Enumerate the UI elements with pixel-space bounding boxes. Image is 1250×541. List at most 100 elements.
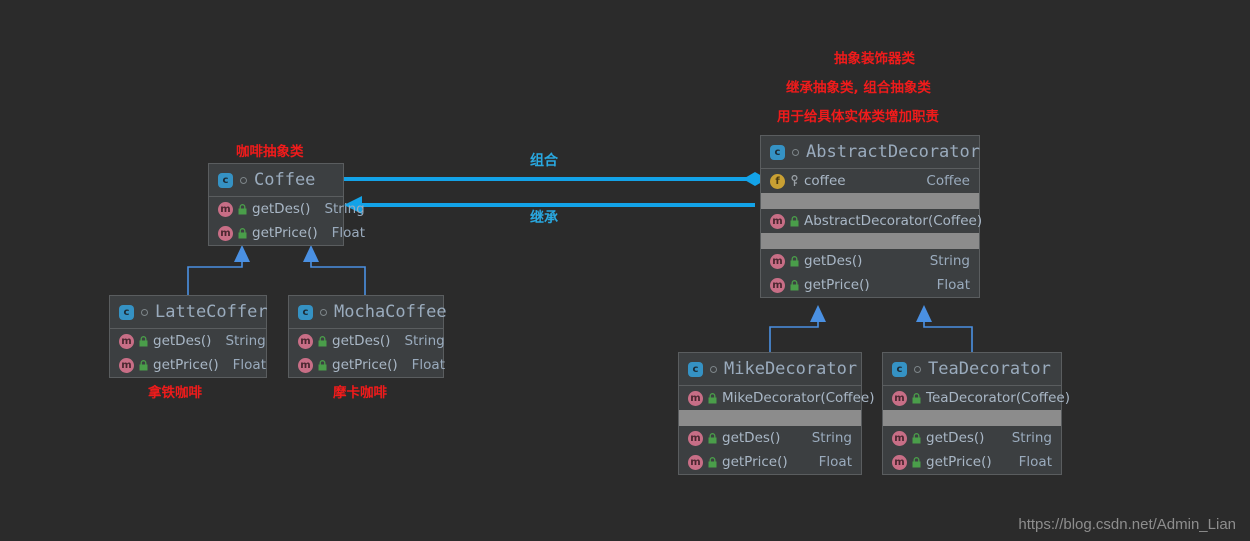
class-name-tea-decorator: TeaDecorator [928,359,1051,379]
member-type: String [324,201,365,217]
member-name: getDes() [153,333,212,349]
method-icon: m [298,333,313,349]
member-row[interactable]: m getPrice() Float [679,450,861,474]
field-name: coffee [804,173,846,189]
diagram-canvas: 抽象装饰器类 继承抽象类, 组合抽象类 用于给具体实体类增加职责 咖啡抽象类 拿… [0,0,1250,541]
class-box-tea-decorator[interactable]: c TeaDecorator m TeaDecorator(Coffee) m … [882,352,1070,475]
section-separator [883,410,1061,426]
section-separator [679,410,861,426]
class-icon: c [218,172,233,188]
constructor-row[interactable]: m TeaDecorator(Coffee) [883,386,1070,410]
class-name-latte-coffer: LatteCoffer [155,302,268,322]
class-constructors-mike-decorator: m MikeDecorator(Coffee) [679,386,874,410]
method-icon: m [298,357,313,373]
lock-icon [912,432,921,444]
class-name-abstract-decorator: AbstractDecorator [806,142,980,162]
member-row[interactable]: m getPrice() Float [110,353,266,377]
field-icon: f [770,173,785,189]
class-header-abstract-decorator: c AbstractDecorator [761,136,980,169]
note-mocha: 摩卡咖啡 [333,385,387,401]
lock-icon [708,456,717,468]
class-header-mike-decorator: c MikeDecorator [679,353,861,386]
connector-layer [187,172,973,352]
inheritance-edge-tea-to-abstractdecorator [916,305,973,352]
lock-icon [139,335,148,347]
class-box-mike-decorator[interactable]: c MikeDecorator m MikeDecorator(Coffee) … [678,352,874,475]
note-abstract-decorator-line1: 抽象装饰器类 [834,51,915,67]
abstract-dot-icon [710,365,717,373]
constructor-name: AbstractDecorator(Coffee) [804,213,983,229]
lock-icon [790,255,799,267]
lock-icon [790,279,799,291]
member-row[interactable]: m getDes() String [289,329,445,353]
member-name: getPrice() [926,454,992,470]
field-type: Coffee [926,173,970,189]
class-icon: c [892,361,907,377]
member-row[interactable]: m getPrice() Float [209,221,365,245]
member-name: getPrice() [153,357,219,373]
section-separator [761,193,979,209]
member-row[interactable]: m getDes() String [209,197,365,221]
class-name-mocha-coffee: MochaCoffee [334,302,447,322]
class-members-abstract-decorator: m getDes() String m getPrice() Float [761,249,979,297]
member-row[interactable]: m getDes() String [679,426,861,450]
method-icon: m [688,430,703,446]
member-type: String [225,333,266,349]
class-box-coffee[interactable]: c Coffee m getDes() String m getPrice() … [208,163,365,246]
edge-label-composition: 组合 [530,153,558,169]
member-name: getDes() [252,201,311,217]
lock-icon [912,456,921,468]
inheritance-edge-mike-to-abstractdecorator [769,305,826,352]
member-name: getPrice() [252,225,318,241]
member-row[interactable]: m getPrice() Float [883,450,1061,474]
note-abstract-decorator-line2: 继承抽象类, 组合抽象类 [786,80,931,96]
class-members-mike-decorator: m getDes() String m getPrice() Float [679,426,861,474]
member-name: getDes() [926,430,985,446]
inheritance-edge-mocha-to-coffee [303,245,366,295]
key-icon [790,175,799,187]
class-header-latte-coffer: c LatteCoffer [110,296,268,329]
lock-icon [238,203,247,215]
class-constructors-abstract-decorator: m AbstractDecorator(Coffee) [761,209,983,233]
member-type: Float [411,357,445,373]
method-icon: m [218,225,233,241]
member-row[interactable]: m getDes() String [883,426,1061,450]
member-row[interactable]: m getDes() String [110,329,266,353]
note-coffee-abstract: 咖啡抽象类 [236,144,304,160]
member-name: getDes() [804,253,863,269]
composition-edge [344,172,767,186]
member-name: getPrice() [804,277,870,293]
watermark: https://blog.csdn.net/Admin_Lian [1018,516,1236,533]
member-type: Float [936,277,970,293]
abstract-dot-icon [792,148,799,156]
member-row[interactable]: m getPrice() Float [289,353,445,377]
method-icon: m [770,277,785,293]
constructor-row[interactable]: m AbstractDecorator(Coffee) [761,209,983,233]
member-row[interactable]: m getDes() String [761,249,979,273]
member-type: Float [1018,454,1052,470]
member-row[interactable]: m getPrice() Float [761,273,979,297]
constructor-row[interactable]: m MikeDecorator(Coffee) [679,386,874,410]
lock-icon [912,392,921,404]
edge-label-inheritance: 继承 [530,210,558,226]
class-header-tea-decorator: c TeaDecorator [883,353,1061,386]
class-name-coffee: Coffee [254,170,316,190]
abstract-dot-icon [141,308,148,316]
class-box-mocha-coffee[interactable]: c MochaCoffee m getDes() String m getPri… [288,295,447,378]
member-name: getDes() [332,333,391,349]
method-icon: m [770,213,785,229]
lock-icon [318,335,327,347]
note-latte: 拿铁咖啡 [148,385,202,401]
class-box-abstract-decorator[interactable]: c AbstractDecorator f coffee Coffee m Ab… [760,135,983,298]
method-icon: m [119,333,134,349]
member-type: String [404,333,445,349]
lock-icon [238,227,247,239]
class-fields-abstract-decorator: f coffee Coffee [761,169,979,193]
class-name-mike-decorator: MikeDecorator [724,359,858,379]
method-icon: m [119,357,134,373]
class-members-mocha-coffee: m getDes() String m getPrice() Float [289,329,445,377]
constructor-name: TeaDecorator(Coffee) [926,390,1070,406]
note-abstract-decorator-line3: 用于给具体实体类增加职责 [777,109,939,125]
class-box-latte-coffer[interactable]: c LatteCoffer m getDes() String m getPri… [109,295,268,378]
field-row[interactable]: f coffee Coffee [761,169,979,193]
